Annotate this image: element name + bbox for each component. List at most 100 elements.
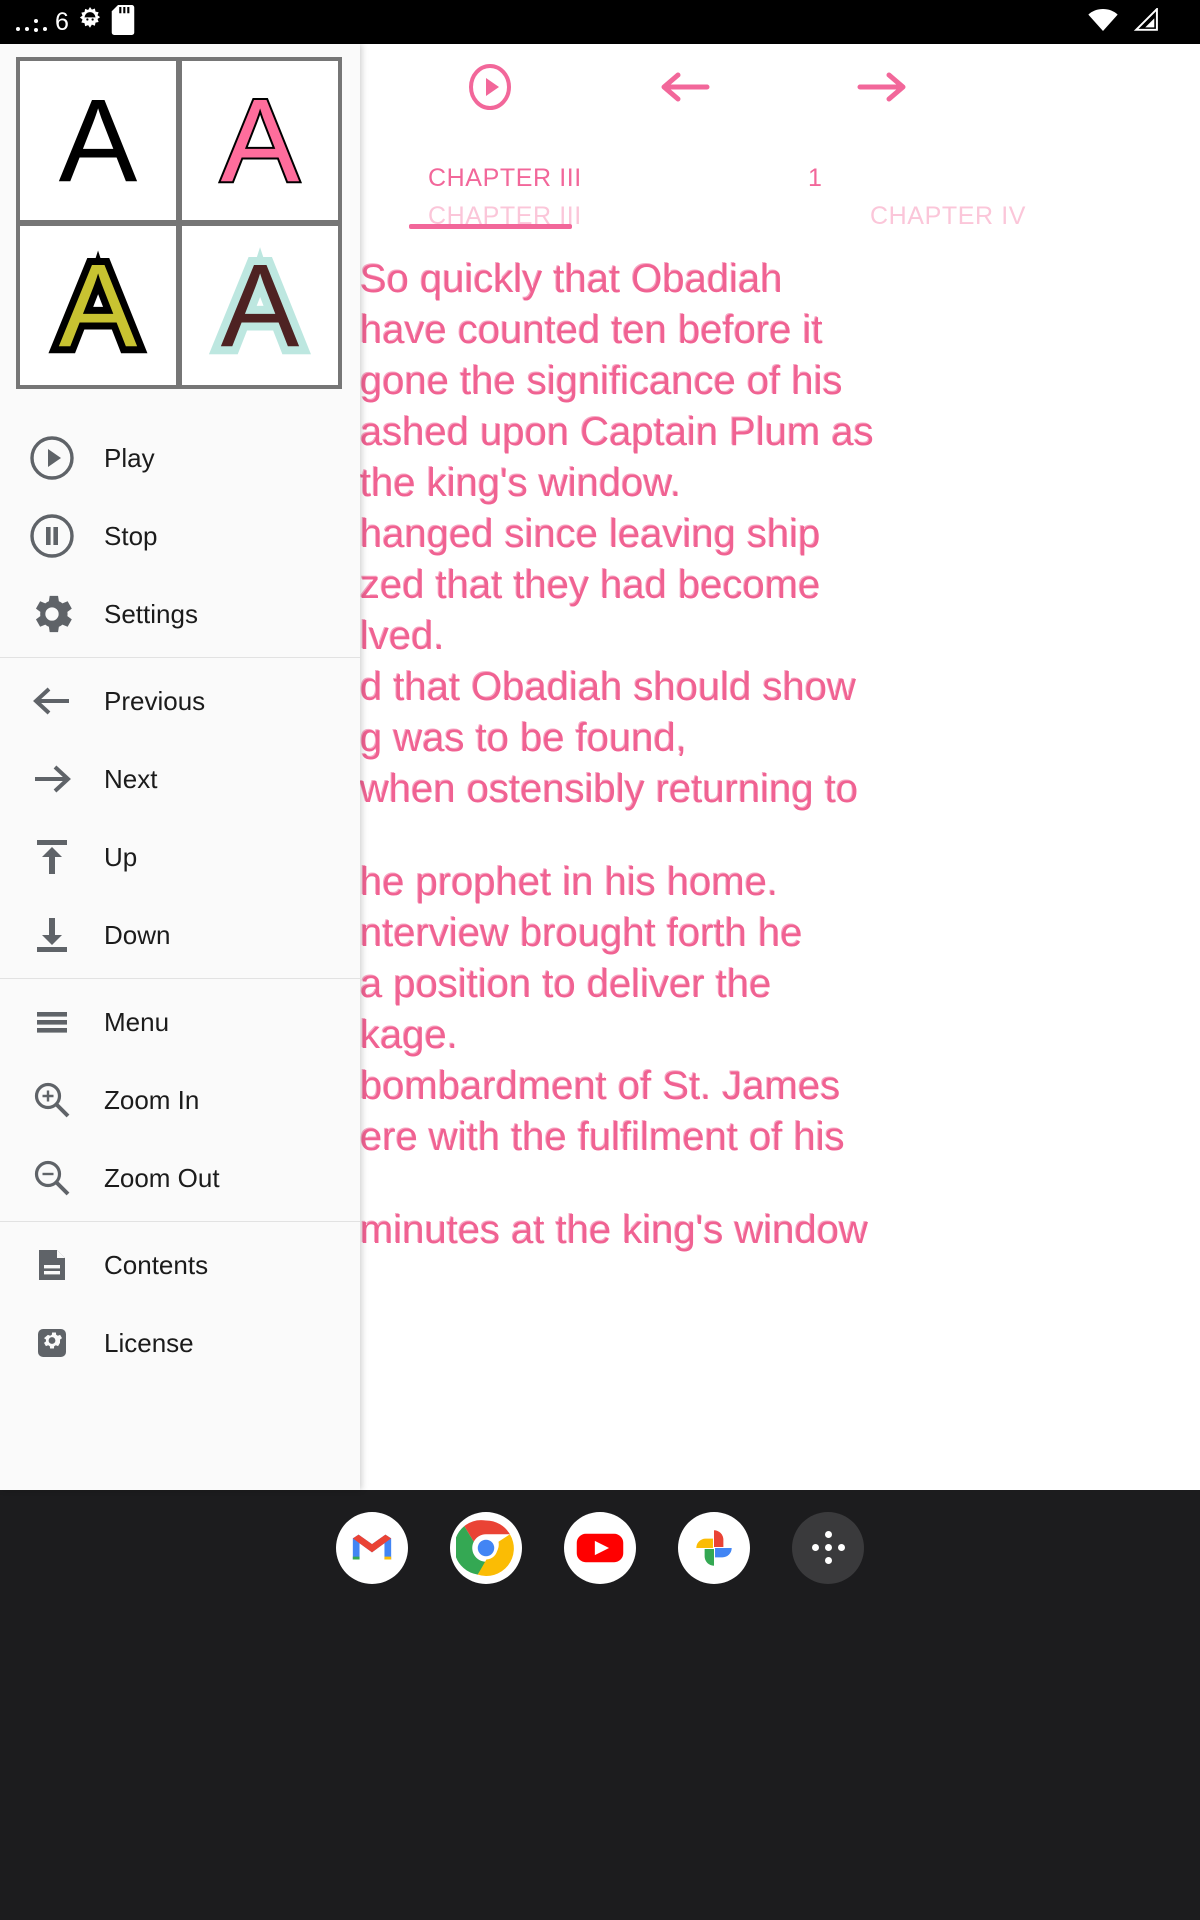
dot-icon [25, 27, 29, 31]
menu-item-label: Menu [104, 1006, 170, 1037]
menu-item-zoom-in[interactable]: Zoom In [0, 1061, 360, 1139]
tab-chapter-current[interactable]: CHAPTER III [428, 164, 582, 193]
menu-item-license[interactable]: License [0, 1304, 360, 1382]
chapter-tab-bar[interactable]: CHAPTER III 1 CHAPTER III CHAPTER IV [360, 152, 1200, 232]
book-text-line: So quickly that Obadiah [360, 257, 783, 301]
status-bar-left: 6 [16, 4, 135, 40]
gear-icon [0, 589, 104, 639]
menu-item-label: Zoom In [104, 1084, 200, 1115]
menu-item-previous[interactable]: Previous [0, 662, 360, 740]
android-gear-icon [75, 5, 105, 40]
dot-icon [16, 27, 20, 31]
menu-item-label: Zoom Out [104, 1162, 220, 1193]
home-screen-dock [0, 1490, 1200, 1920]
wifi-icon [1088, 8, 1118, 37]
preview-glyph: A [58, 74, 138, 207]
menu-item-label: Up [104, 841, 138, 872]
reader-toolbar [360, 44, 1200, 159]
menu-divider [0, 657, 360, 658]
chrome-icon[interactable] [450, 1511, 522, 1584]
preview-glyph: A [52, 239, 145, 372]
play-circle-icon [0, 433, 104, 483]
menu-item-label: Stop [104, 520, 158, 551]
menu-item-play[interactable]: Play [0, 419, 360, 497]
style-preview-maroon-on-mint[interactable]: A [182, 226, 338, 385]
book-text-line: nterview brought forth he [360, 911, 803, 955]
style-preview-pink-outline[interactable]: A [182, 61, 338, 220]
magnifier-plus-icon [0, 1075, 104, 1125]
status-number: 6 [55, 7, 69, 36]
pause-circle-icon [0, 511, 104, 561]
book-text-line: g was to be found, [360, 716, 687, 760]
menu-item-label: License [104, 1327, 194, 1358]
tab-chapter-next[interactable]: CHAPTER IV [870, 202, 1026, 231]
arrow-right-icon [0, 754, 104, 804]
dot-icon [43, 27, 47, 31]
book-text-line: ashed upon Captain Plum as [360, 410, 874, 454]
android-screen: 6 CHAPTER III 1 CHAPTER III CHAPTER IV S… [0, 0, 1200, 1920]
menu-divider [0, 1221, 360, 1222]
style-preview-plain[interactable]: A [20, 61, 176, 220]
book-text-line: he prophet in his home. [360, 860, 779, 904]
menu-item-label: Play [104, 442, 155, 473]
photos-icon[interactable] [678, 1511, 750, 1584]
play-button[interactable] [455, 52, 525, 122]
menu-item-label: Previous [104, 685, 206, 716]
menu-item-contents[interactable]: Contents [0, 1226, 360, 1304]
book-text-line: a position to deliver the [360, 962, 772, 1006]
book-text-line: bombardment of St. James [360, 1064, 841, 1108]
menu-item-up[interactable]: Up [0, 818, 360, 896]
menu-item-label: Next [104, 763, 158, 794]
tab-active-indicator [409, 224, 572, 229]
menu-item-zoom-out[interactable]: Zoom Out [0, 1139, 360, 1217]
dock-app-row [0, 1490, 1200, 1605]
book-text-line: hanged since leaving ship [360, 512, 821, 556]
menu-item-stop[interactable]: Stop [0, 497, 360, 575]
colon-icon [34, 19, 38, 32]
book-text-line [360, 1163, 1200, 1205]
gmail-icon[interactable] [336, 1511, 408, 1584]
menu-item-down[interactable]: Down [0, 896, 360, 974]
menu-item-settings[interactable]: Settings [0, 575, 360, 653]
next-button[interactable] [847, 52, 917, 122]
font-style-preview-grid[interactable]: A A A A [16, 57, 342, 389]
youtube-icon[interactable] [564, 1511, 636, 1584]
menu-item-label: Settings [104, 598, 198, 629]
book-text-line: gone the significance of his [360, 359, 843, 403]
menu-item-menu[interactable]: Menu [0, 983, 360, 1061]
cell-signal-icon [1132, 6, 1160, 37]
sd-card-icon [111, 4, 135, 40]
book-text-line: have counted ten before it [360, 308, 823, 352]
magnifier-minus-icon [0, 1153, 104, 1203]
book-body-text: So quickly that Obadiah have counted ten … [360, 254, 1200, 1490]
menu-item-next[interactable]: Next [0, 740, 360, 818]
book-text-line: minutes at the king's window [360, 1208, 868, 1252]
status-bar-right [1088, 6, 1184, 37]
book-text-line: ere with the fulfilment of his [360, 1115, 845, 1159]
book-text-line: d that Obadiah should show [360, 665, 856, 709]
document-icon [0, 1240, 104, 1290]
page-number: 1 [808, 164, 822, 192]
book-text-line: lved. [360, 614, 445, 658]
book-text-line: the king's window. [360, 461, 682, 505]
menu-item-label: Down [104, 919, 171, 950]
notification-dots [16, 11, 47, 33]
previous-button[interactable] [650, 52, 720, 122]
preview-glyph: A [213, 239, 308, 373]
navigation-drawer: A A A A Play Stop Settings Previous Next… [0, 44, 360, 1490]
app-drawer-icon[interactable] [792, 1511, 864, 1584]
menu-divider [0, 978, 360, 979]
book-text-line: kage. [360, 1013, 458, 1057]
arrow-up-to-bar-icon [0, 832, 104, 882]
book-text-line: when ostensibly returning to [360, 767, 859, 811]
status-bar: 6 [0, 0, 1200, 44]
style-preview-yellow-on-black[interactable]: A [20, 226, 176, 385]
hamburger-menu-icon [0, 997, 104, 1047]
book-text-line: zed that they had become [360, 563, 821, 607]
book-text-line [360, 815, 1200, 857]
arrow-left-icon [0, 676, 104, 726]
drawer-dot-grid [811, 1531, 845, 1564]
license-gear-icon [0, 1318, 104, 1368]
drawer-menu: Play Stop Settings Previous Next Up Down… [0, 419, 360, 1382]
preview-glyph: A [219, 74, 302, 207]
